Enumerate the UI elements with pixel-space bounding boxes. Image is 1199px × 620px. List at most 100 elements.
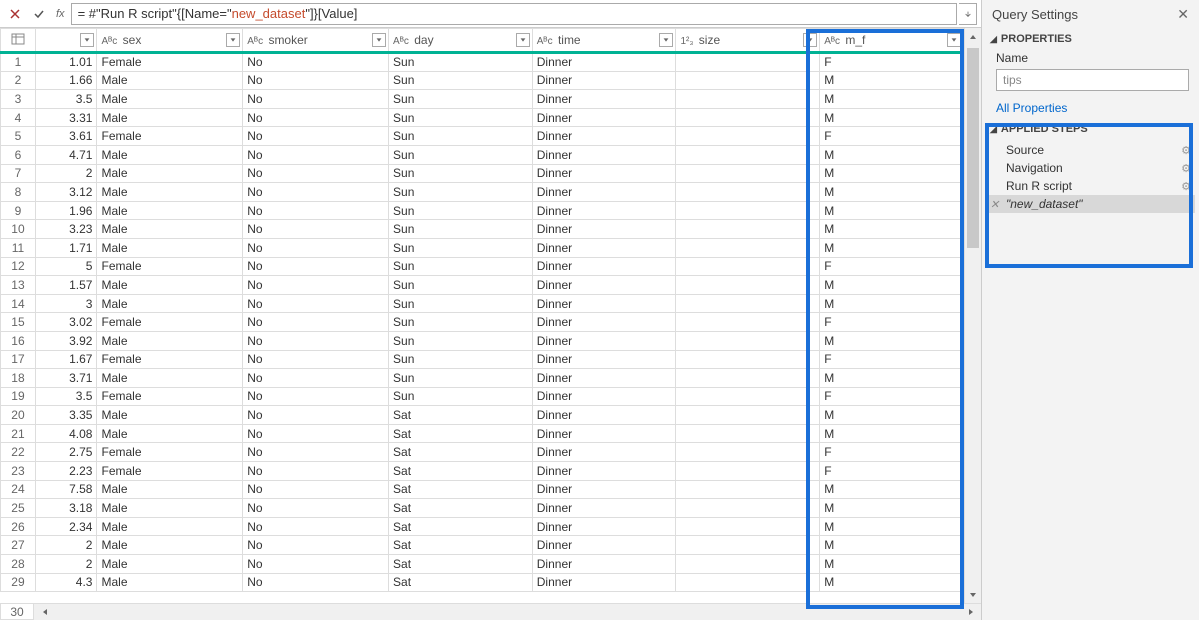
cell-size[interactable] — [676, 257, 820, 276]
cell-tip[interactable]: 3.61 — [35, 127, 97, 146]
cell-tip[interactable]: 2 — [35, 536, 97, 555]
row-number[interactable]: 3 — [1, 90, 36, 109]
cell-size[interactable] — [676, 536, 820, 555]
cell-tip[interactable]: 2.34 — [35, 517, 97, 536]
table-row[interactable]: 262.34MaleNoSatDinnerM — [1, 517, 964, 536]
cell-mf[interactable]: M — [820, 164, 964, 183]
cell-sex[interactable]: Male — [97, 536, 243, 555]
cell-smoker[interactable]: No — [243, 183, 389, 202]
gear-icon[interactable]: ⚙ — [1181, 162, 1191, 175]
cell-day[interactable]: Sun — [389, 145, 533, 164]
row-number[interactable]: 9 — [1, 201, 36, 220]
row-number[interactable]: 20 — [1, 406, 36, 425]
query-name-input[interactable] — [996, 69, 1189, 91]
properties-section-header[interactable]: ◢ PROPERTIES — [982, 29, 1199, 49]
cell-mf[interactable]: M — [820, 294, 964, 313]
cell-time[interactable]: Dinner — [532, 127, 676, 146]
table-row[interactable]: 131.57MaleNoSunDinnerM — [1, 276, 964, 295]
table-row[interactable]: 11.01FemaleNoSunDinnerF — [1, 53, 964, 72]
cell-size[interactable] — [676, 573, 820, 592]
row-number[interactable]: 29 — [1, 573, 36, 592]
cell-time[interactable]: Dinner — [532, 313, 676, 332]
cell-sex[interactable]: Male — [97, 424, 243, 443]
cell-tip[interactable]: 3.31 — [35, 108, 97, 127]
cell-mf[interactable]: F — [820, 443, 964, 462]
cell-smoker[interactable]: No — [243, 201, 389, 220]
cell-size[interactable] — [676, 331, 820, 350]
table-row[interactable]: 21.66MaleNoSunDinnerM — [1, 71, 964, 90]
cell-tip[interactable]: 1.67 — [35, 350, 97, 369]
cell-tip[interactable]: 1.71 — [35, 238, 97, 257]
cell-size[interactable] — [676, 462, 820, 481]
cell-sex[interactable]: Male — [97, 108, 243, 127]
cell-mf[interactable]: M — [820, 183, 964, 202]
cell-tip[interactable]: 2.23 — [35, 462, 97, 481]
cell-time[interactable]: Dinner — [532, 369, 676, 388]
table-row[interactable]: 253.18MaleNoSatDinnerM — [1, 499, 964, 518]
cell-sex[interactable]: Male — [97, 406, 243, 425]
cell-mf[interactable]: M — [820, 369, 964, 388]
table-row[interactable]: 64.71MaleNoSunDinnerM — [1, 145, 964, 164]
cell-time[interactable]: Dinner — [532, 71, 676, 90]
cell-day[interactable]: Sun — [389, 127, 533, 146]
cell-sex[interactable]: Male — [97, 480, 243, 499]
cell-time[interactable]: Dinner — [532, 90, 676, 109]
row-number[interactable]: 26 — [1, 517, 36, 536]
cell-sex[interactable]: Male — [97, 71, 243, 90]
row-number[interactable]: 24 — [1, 480, 36, 499]
table-row[interactable]: 125FemaleNoSunDinnerF — [1, 257, 964, 276]
cell-day[interactable]: Sun — [389, 313, 533, 332]
row-number[interactable]: 17 — [1, 350, 36, 369]
col-dropdown-time[interactable] — [659, 33, 673, 47]
cell-smoker[interactable]: No — [243, 350, 389, 369]
cell-size[interactable] — [676, 108, 820, 127]
cell-tip[interactable]: 2.75 — [35, 443, 97, 462]
cell-size[interactable] — [676, 480, 820, 499]
cell-smoker[interactable]: No — [243, 462, 389, 481]
cell-smoker[interactable]: No — [243, 387, 389, 406]
row-number[interactable]: 8 — [1, 183, 36, 202]
cell-day[interactable]: Sat — [389, 555, 533, 574]
cell-sex[interactable]: Female — [97, 350, 243, 369]
cell-time[interactable]: Dinner — [532, 294, 676, 313]
cell-tip[interactable]: 3.23 — [35, 220, 97, 239]
cell-mf[interactable]: M — [820, 499, 964, 518]
cell-sex[interactable]: Male — [97, 164, 243, 183]
col-header-size[interactable]: 1²₃ size — [676, 29, 820, 53]
all-properties-link[interactable]: All Properties — [982, 97, 1199, 119]
cell-tip[interactable]: 2 — [35, 164, 97, 183]
cell-mf[interactable]: F — [820, 127, 964, 146]
gear-icon[interactable]: ⚙ — [1181, 180, 1191, 193]
cell-day[interactable]: Sun — [389, 331, 533, 350]
gear-icon[interactable]: ⚙ — [1181, 144, 1191, 157]
table-row[interactable]: 33.5MaleNoSunDinnerM — [1, 90, 964, 109]
cell-size[interactable] — [676, 499, 820, 518]
cell-sex[interactable]: Male — [97, 573, 243, 592]
cell-smoker[interactable]: No — [243, 573, 389, 592]
cell-mf[interactable]: M — [820, 276, 964, 295]
cell-tip[interactable]: 3 — [35, 294, 97, 313]
cell-smoker[interactable]: No — [243, 145, 389, 164]
table-row[interactable]: 111.71MaleNoSunDinnerM — [1, 238, 964, 257]
cell-size[interactable] — [676, 145, 820, 164]
cell-size[interactable] — [676, 406, 820, 425]
cell-time[interactable]: Dinner — [532, 276, 676, 295]
cell-day[interactable]: Sun — [389, 220, 533, 239]
cell-mf[interactable]: M — [820, 201, 964, 220]
cell-sex[interactable]: Female — [97, 387, 243, 406]
table-row[interactable]: 272MaleNoSatDinnerM — [1, 536, 964, 555]
cell-smoker[interactable]: No — [243, 164, 389, 183]
col-header-mf[interactable]: Aᴮc m_f — [820, 29, 964, 53]
accept-formula-button[interactable] — [28, 3, 50, 25]
cell-time[interactable]: Dinner — [532, 201, 676, 220]
cell-smoker[interactable]: No — [243, 443, 389, 462]
cell-mf[interactable]: M — [820, 220, 964, 239]
row-number[interactable]: 7 — [1, 164, 36, 183]
cell-sex[interactable]: Female — [97, 462, 243, 481]
cell-mf[interactable]: F — [820, 350, 964, 369]
cell-day[interactable]: Sat — [389, 462, 533, 481]
cell-time[interactable]: Dinner — [532, 164, 676, 183]
table-row[interactable]: 72MaleNoSunDinnerM — [1, 164, 964, 183]
cell-tip[interactable]: 4.08 — [35, 424, 97, 443]
table-row[interactable]: 53.61FemaleNoSunDinnerF — [1, 127, 964, 146]
